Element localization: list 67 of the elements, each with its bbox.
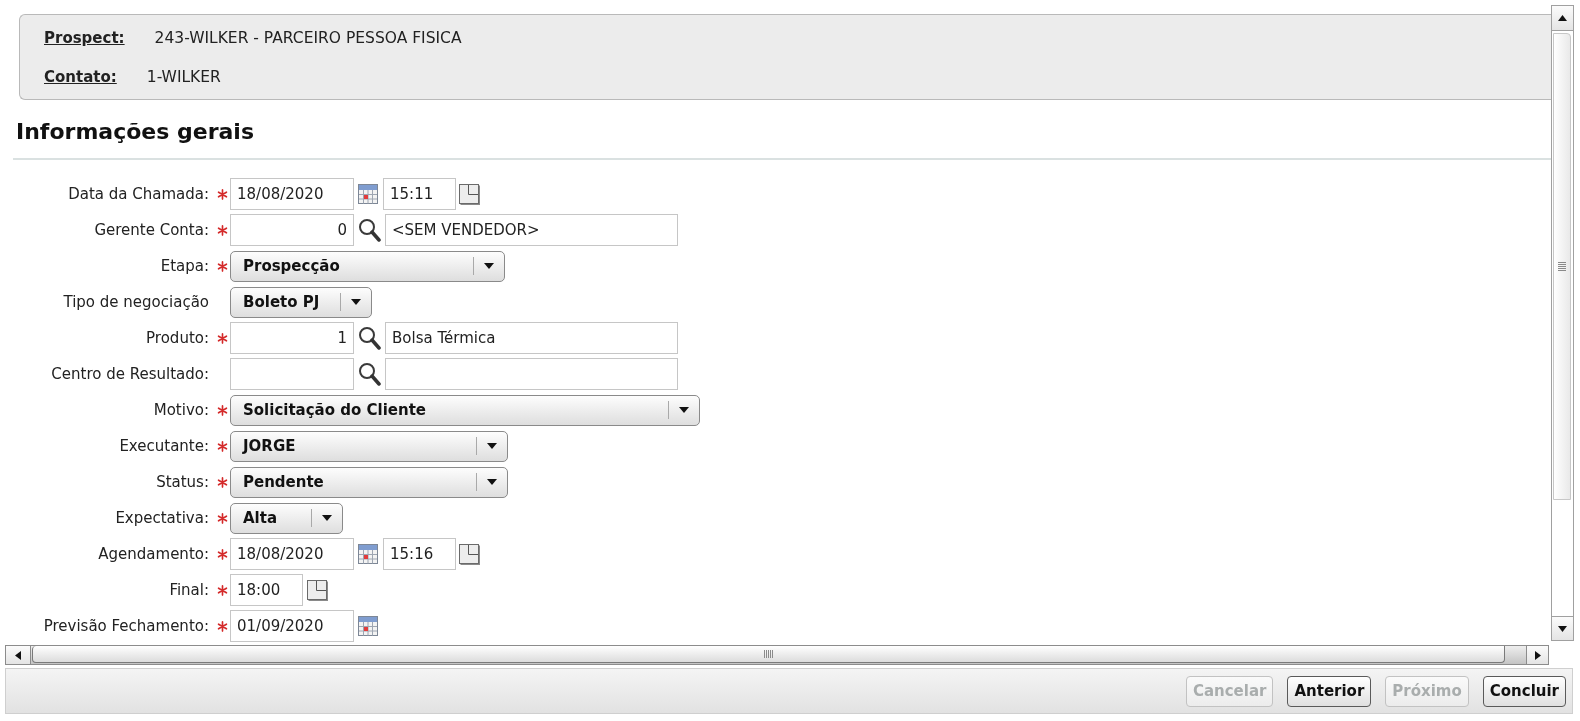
date-field[interactable]: 18/08/2020 [230, 538, 354, 570]
info-value: 243-WILKER - PARCEIRO PESSOA FISICA [154, 28, 462, 48]
scroll-up-button[interactable] [1552, 6, 1573, 31]
calendar-icon[interactable] [358, 184, 378, 204]
search-icon[interactable] [358, 362, 381, 386]
grip-icon [764, 650, 773, 658]
clock-icon[interactable] [307, 579, 328, 601]
triangle-left-icon [15, 650, 21, 660]
code-field[interactable]: 0 [230, 214, 354, 246]
grip-icon [1558, 262, 1566, 271]
scroll-right-button[interactable] [1526, 646, 1548, 664]
dropdown[interactable]: Pendente [230, 466, 508, 498]
dropdown[interactable]: Alta [230, 502, 343, 534]
date-field[interactable]: 01/09/2020 [230, 610, 354, 642]
calendar-icon[interactable] [358, 544, 378, 564]
caret-down-icon [484, 263, 494, 269]
dropdown[interactable]: Boleto PJ [230, 286, 372, 318]
field-label: Data da Chamada: [68, 185, 209, 203]
scrollbar-thumb[interactable] [1553, 33, 1571, 500]
field-label: Centro de Resultado: [51, 365, 209, 383]
previous-button[interactable]: Anterior [1287, 675, 1372, 707]
search-icon[interactable] [358, 218, 381, 242]
code-field[interactable] [230, 358, 354, 390]
date-field[interactable]: 18/08/2020 [230, 178, 354, 210]
code-field[interactable]: 1 [230, 322, 354, 354]
scroll-down-button[interactable] [1552, 616, 1573, 640]
triangle-up-icon [1558, 15, 1567, 21]
info-label: Prospect: [44, 28, 125, 48]
vertical-scrollbar[interactable] [1551, 5, 1574, 641]
horizontal-scrollbar[interactable] [5, 645, 1549, 665]
dropdown[interactable]: JORGE [230, 430, 508, 462]
scrollbar-thumb[interactable] [32, 646, 1505, 663]
section-title: Informações gerais [16, 118, 255, 146]
description-field[interactable]: Bolsa Térmica [385, 322, 678, 354]
description-field[interactable]: <SEM VENDEDOR> [385, 214, 678, 246]
info-label: Contato: [44, 67, 117, 87]
caret-down-icon [322, 515, 332, 521]
field-label: Previsão Fechamento: [43, 617, 209, 635]
time-field[interactable]: 15:16 [383, 538, 456, 570]
dropdown[interactable]: Solicitação do Cliente [230, 394, 700, 426]
time-field[interactable]: 18:00 [230, 574, 303, 606]
dropdown[interactable]: Prospecção [230, 250, 505, 282]
field-label: Agendamento: [98, 545, 209, 563]
field-label: Expectativa: [115, 509, 209, 527]
scroll-left-button[interactable] [6, 646, 31, 664]
info-value: 1-WILKER [146, 67, 221, 87]
field-label: Status: [156, 473, 209, 491]
finish-button[interactable]: Concluir [1482, 675, 1566, 707]
caret-down-icon [679, 407, 689, 413]
caret-down-icon [487, 479, 497, 485]
calendar-icon[interactable] [358, 616, 378, 636]
field-label: Etapa: [160, 257, 209, 275]
field-label: Tipo de negociação [63, 293, 209, 311]
search-icon[interactable] [358, 326, 381, 350]
caret-down-icon [351, 299, 361, 305]
triangle-down-icon [1558, 625, 1567, 632]
caret-down-icon [487, 443, 497, 449]
field-label: Motivo: [153, 401, 209, 419]
field-label: Executante: [119, 437, 209, 455]
description-field[interactable] [385, 358, 678, 390]
field-label: Produto: [146, 329, 209, 347]
clock-icon[interactable] [459, 183, 480, 205]
triangle-right-icon [1534, 650, 1541, 660]
field-label: Gerente Conta: [94, 221, 209, 239]
clock-icon[interactable] [459, 543, 480, 565]
field-label: Final: [169, 581, 209, 599]
time-field[interactable]: 15:11 [383, 178, 456, 210]
